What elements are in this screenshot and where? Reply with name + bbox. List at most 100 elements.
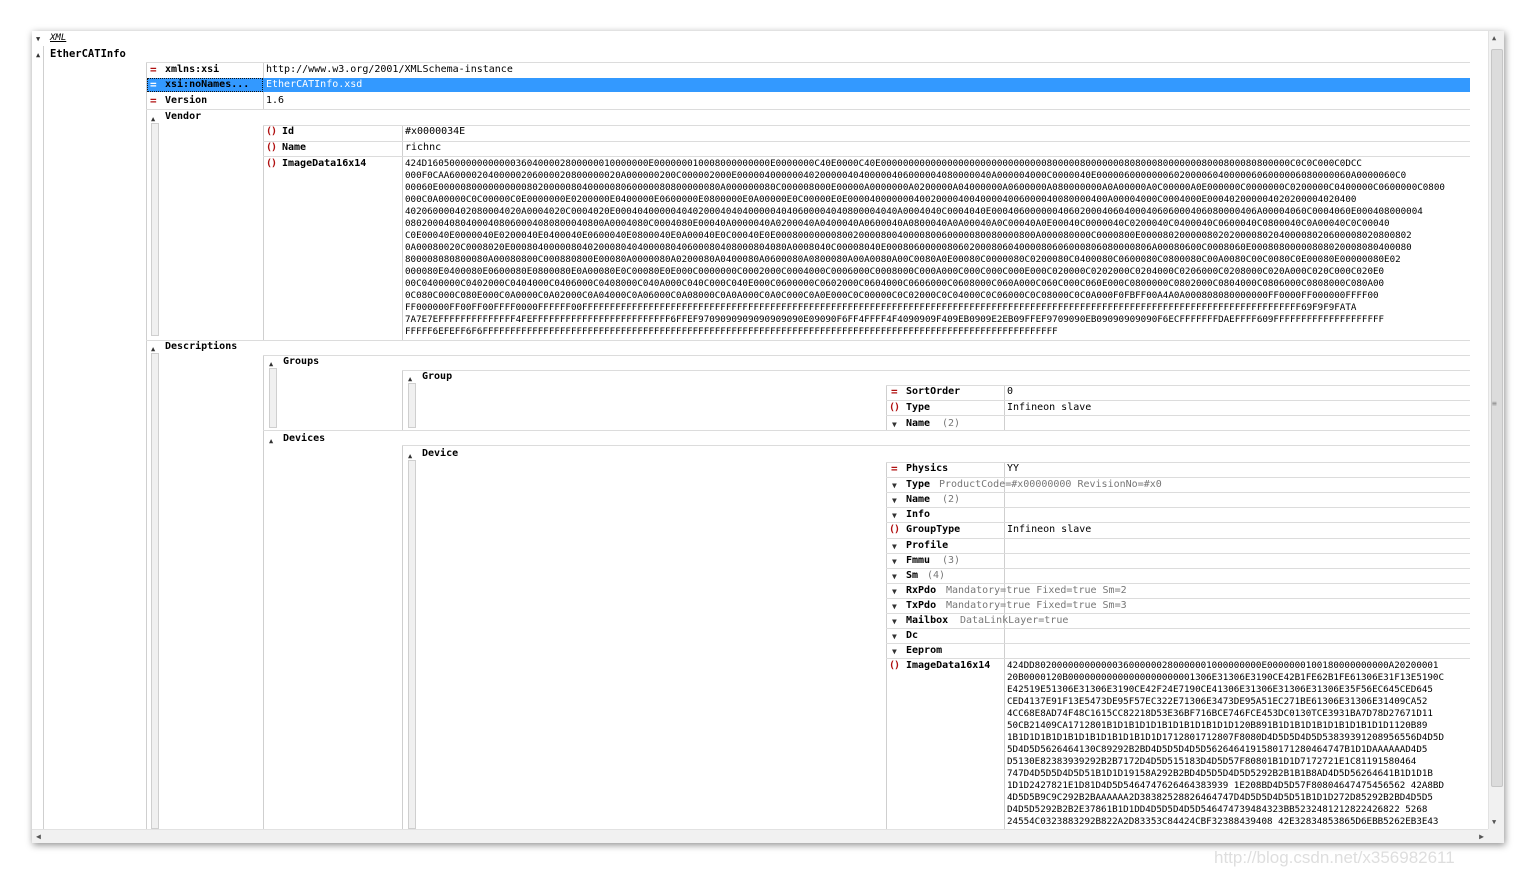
hex-line: 4CC68E8AD74F48C1615CC82218D53E36BF716BCE… [1007, 708, 1433, 719]
physics-value[interactable]: YY [1007, 463, 1019, 475]
sortorder-name[interactable]: SortOrder [906, 386, 960, 398]
groups-node-label[interactable]: Groups [283, 356, 319, 368]
vendor-image-name[interactable]: ImageData16x14 [282, 158, 366, 170]
device-node-label[interactable]: Device [422, 448, 458, 460]
vendor-name-name[interactable]: Name [282, 142, 306, 154]
expand-toggle-icon[interactable]: ▼ [892, 571, 897, 583]
group-node-label[interactable]: Group [422, 371, 452, 383]
hex-line: 000080E0400080E0600080E0800080E0A00080E0… [405, 266, 1385, 277]
device-type-attrs: ProductCode=#x00000000 RevisionNo=#x0 [939, 479, 1162, 490]
expand-toggle-icon[interactable]: ▼ [892, 601, 897, 613]
expand-toggle-icon[interactable]: ▼ [892, 419, 897, 431]
hex-line: 1D1D2427821E1D81D4D5D5464747626464383939… [1007, 780, 1444, 791]
xmlns-attr-value[interactable]: http://www.w3.org/2001/XMLSchema-instanc… [266, 64, 513, 76]
group-type-name[interactable]: Type [906, 402, 930, 414]
sm-name[interactable]: Sm [906, 570, 918, 582]
vertical-scrollbar[interactable]: ▲ ≡ ▼ [1488, 31, 1504, 829]
vendor-collapse-bar[interactable] [151, 123, 159, 336]
groups-collapse-bar[interactable] [269, 368, 277, 428]
group-name-name[interactable]: Name [906, 418, 930, 430]
expand-toggle-icon[interactable]: ▼ [892, 480, 897, 492]
nonamespace-attr-value[interactable]: EtherCATInfo.xsd [266, 79, 362, 91]
xmlns-attr-name[interactable]: xmlns:xsi [165, 64, 219, 76]
profile-name[interactable]: Profile [906, 540, 948, 552]
element-icon: () [889, 402, 900, 413]
vertical-scroll-thumb[interactable] [1491, 49, 1503, 787]
mailbox-name[interactable]: Mailbox [906, 615, 948, 627]
eeprom-name[interactable]: Eeprom [906, 645, 942, 657]
expand-toggle-icon[interactable]: ▼ [892, 586, 897, 598]
descriptions-collapse-bar[interactable] [151, 353, 159, 829]
hex-line: 5D4D5D5626464130C89292B2BD4D5D5D4D5D5626… [1007, 744, 1428, 755]
version-attr-value[interactable]: 1.6 [266, 95, 284, 107]
hex-line: D4D5D5292B2B2E37861B1D1DD4D5D5D4D5D54647… [1007, 804, 1428, 815]
device-image-name[interactable]: ImageData16x14 [906, 660, 990, 672]
element-icon: () [266, 142, 277, 153]
root-node-label[interactable]: XML [50, 32, 66, 44]
device-type-name[interactable]: Type [906, 479, 930, 491]
xml-grid-view: ▼ XML ▲ EtherCATInfo = xmlns:xsi http://… [32, 31, 1488, 829]
collapse-toggle-icon[interactable]: ▼ [36, 33, 40, 45]
vendor-image-hex-value[interactable]: 424D160500000000000036040000280000001000… [405, 158, 1470, 338]
hex-line: 00060E0000080000000000802000008040000080… [405, 182, 1445, 193]
expand-toggle-icon[interactable]: ▼ [892, 541, 897, 553]
group-name-count: (2) [942, 418, 961, 429]
expand-toggle-icon[interactable]: ▼ [892, 510, 897, 522]
nonamespace-attr-name[interactable]: xsi:noNames... [165, 79, 249, 91]
descriptions-node-label[interactable]: Descriptions [165, 341, 237, 353]
expand-toggle-icon[interactable]: ▼ [892, 495, 897, 507]
hex-line: C0E00040E0000040E0200040E0400040E0600040… [405, 230, 1412, 241]
grouptype-name[interactable]: GroupType [906, 524, 960, 536]
hex-line: 800008080800080A00080800C000880800E00080… [405, 254, 1401, 265]
physics-name[interactable]: Physics [906, 463, 948, 475]
rxpdo-attrs: Mandatory=true Fixed=true Sm=2 [946, 585, 1127, 596]
info-name[interactable]: Info [906, 509, 930, 521]
ethercatinfo-node-label[interactable]: EtherCATInfo [50, 48, 126, 60]
sortorder-value[interactable]: 0 [1007, 386, 1013, 398]
expand-toggle-icon[interactable]: ▼ [892, 631, 897, 643]
version-attr-name[interactable]: Version [165, 95, 207, 107]
attribute-icon: = [891, 385, 898, 398]
rxpdo-name[interactable]: RxPdo [906, 585, 936, 597]
expand-toggle-icon[interactable]: ▼ [892, 616, 897, 628]
sm-count: (4) [927, 570, 946, 581]
scroll-up-icon[interactable]: ▲ [1492, 34, 1496, 42]
group-type-value[interactable]: Infineon slave [1007, 402, 1091, 414]
dc-name[interactable]: Dc [906, 630, 918, 642]
hex-line: 0A00080020C0008020E000804000008040200080… [405, 242, 1412, 253]
mailbox-attrs: DataLinkLayer=true [960, 615, 1069, 626]
device-collapse-bar[interactable] [408, 460, 416, 829]
collapse-toggle-icon[interactable]: ▲ [36, 49, 40, 61]
grouptype-value[interactable]: Infineon slave [1007, 524, 1091, 536]
devices-node-label[interactable]: Devices [283, 433, 325, 445]
fmmu-name[interactable]: Fmmu [906, 555, 930, 567]
hex-line: 747D4D5D5D4D5D51B1D1D19158A292B2BD4D5D5D… [1007, 768, 1433, 779]
collapse-toggle-icon[interactable]: ▲ [269, 435, 273, 447]
hex-line: 50CB21409CA1712801B1D1B1D1D1B1D1B1D1B1D1… [1007, 720, 1428, 731]
fmmu-count: (3) [942, 555, 961, 566]
expand-toggle-icon[interactable]: ▼ [892, 556, 897, 568]
hex-line: 00C0400000C0402000C0404000C0406000C04080… [405, 278, 1385, 289]
element-icon: () [889, 524, 900, 535]
expand-toggle-icon[interactable]: ▼ [892, 646, 897, 658]
hex-line: 402060000402080004020A0004020C0004020E00… [405, 206, 1423, 217]
hex-line: 000C0A00000C0C00000C0E0000000E0200000E04… [405, 194, 1357, 205]
vendor-node-label[interactable]: Vendor [165, 111, 201, 123]
hex-line: D5130E82383939292B2B7172D4D5D515183D4D5D… [1007, 756, 1417, 767]
group-collapse-bar[interactable] [408, 383, 416, 428]
scroll-left-icon[interactable]: ◀ [36, 832, 41, 841]
vendor-id-name[interactable]: Id [282, 126, 294, 138]
hex-line: 4D5D5B9C9C292B2BAAAAAA2D3838252882646474… [1007, 792, 1433, 803]
txpdo-name[interactable]: TxPdo [906, 600, 936, 612]
scroll-down-icon[interactable]: ▼ [1492, 818, 1496, 826]
vendor-name-value[interactable]: richnc [405, 142, 441, 154]
attribute-icon: = [891, 462, 898, 475]
horizontal-scrollbar[interactable]: ◀ ▶ [32, 829, 1488, 843]
device-name-name[interactable]: Name [906, 494, 930, 506]
hex-line: E42519E51306E31306E3190CE42F24E7190CE413… [1007, 684, 1433, 695]
hex-line: 24554C0323883292B822A2D83353C84424CBF323… [1007, 816, 1439, 827]
scroll-right-icon[interactable]: ▶ [1479, 832, 1484, 841]
hex-line: 0C080C000C080E000C0A0000C0A02000C0A04000… [405, 290, 1379, 301]
vendor-id-value[interactable]: #x0000034E [405, 126, 465, 138]
device-image-hex-value[interactable]: 424DD80200000000000036000000280000001000… [1007, 660, 1470, 828]
